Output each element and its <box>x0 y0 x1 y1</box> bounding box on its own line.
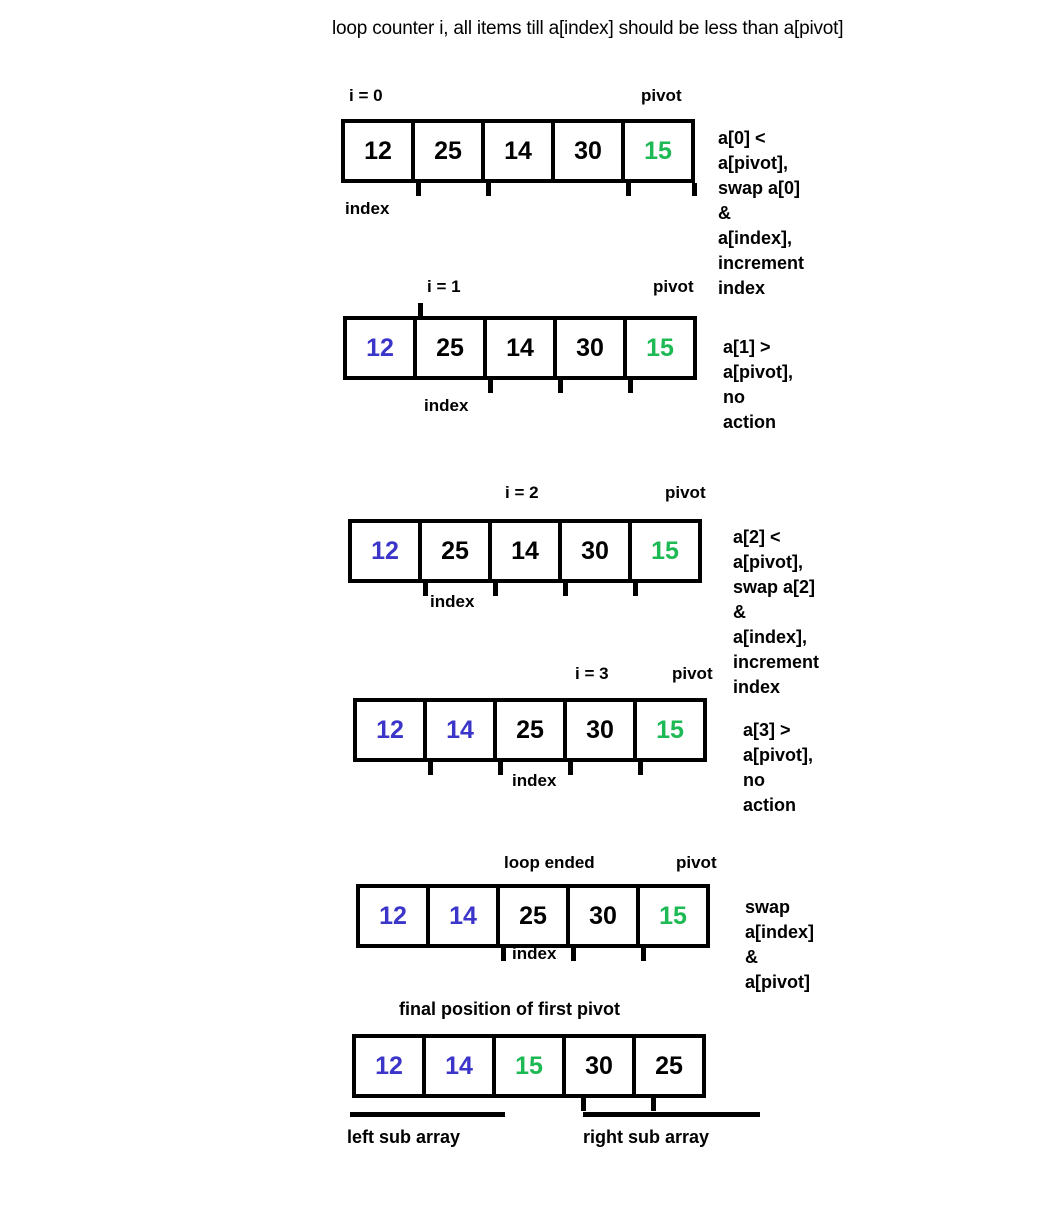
array-cell: 14 <box>492 523 562 579</box>
array-cell: 30 <box>570 888 640 944</box>
page-title: loop counter i, all items till a[index] … <box>332 18 844 39</box>
index-label-1: index <box>424 396 469 415</box>
array-cell: 14 <box>487 320 557 376</box>
array-cell: 25 <box>422 523 492 579</box>
pivot-label-2: pivot <box>665 483 706 502</box>
cell-boundary-tick <box>428 762 433 775</box>
cell-boundary-tick <box>493 583 498 596</box>
pivot-label-3: pivot <box>672 664 713 683</box>
cell-boundary-tick <box>692 183 697 196</box>
array-cell: 12 <box>345 123 415 179</box>
array-cell: 12 <box>360 888 430 944</box>
cell-boundary-tick <box>581 1098 586 1111</box>
cell-boundary-tick <box>501 948 506 961</box>
index-label-2: index <box>430 592 475 611</box>
pivot-label-4: pivot <box>676 853 717 872</box>
right-sub-array-label: right sub array <box>583 1127 710 1147</box>
array-cell: 25 <box>417 320 487 376</box>
cell-boundary-tick <box>628 380 633 393</box>
array-cell: 12 <box>357 702 427 758</box>
cell-boundary-tick <box>563 583 568 596</box>
array-cell: 25 <box>497 702 567 758</box>
cell-boundary-tick <box>423 583 428 596</box>
array-cell: 15 <box>627 320 693 376</box>
array-cell: 15 <box>640 888 706 944</box>
array-cell: 12 <box>352 523 422 579</box>
array-cell: 15 <box>625 123 691 179</box>
step-note-1: a[1] > a[pivot], no action <box>723 337 793 432</box>
array-cell: 14 <box>430 888 500 944</box>
array-0: 12 25 14 30 15 <box>341 119 695 183</box>
index-label-3: index <box>512 771 557 790</box>
array-cell: 12 <box>356 1038 426 1094</box>
array-4: 12 14 25 30 15 <box>356 884 710 948</box>
cell-boundary-tick <box>638 762 643 775</box>
array-cell: 15 <box>496 1038 566 1094</box>
array-1: 12 25 14 30 15 <box>343 316 697 380</box>
loop-counter-label-4: loop ended <box>504 853 595 872</box>
left-sub-array-label: left sub array <box>347 1127 461 1147</box>
array-cell: 25 <box>636 1038 702 1094</box>
cell-boundary-tick <box>633 583 638 596</box>
cell-boundary-tick <box>571 948 576 961</box>
cell-boundary-tick <box>416 183 421 196</box>
cell-boundary-tick <box>651 1098 656 1111</box>
array-cell: 25 <box>500 888 570 944</box>
array-cell: 30 <box>567 702 637 758</box>
loop-counter-label-0: i = 0 <box>349 86 383 105</box>
final-pivot-label: final position of first pivot <box>399 999 620 1019</box>
array-5: 12 14 15 30 25 <box>352 1034 706 1098</box>
pivot-label-1: pivot <box>653 277 694 296</box>
array-3: 12 14 25 30 15 <box>353 698 707 762</box>
step-note-4: swap a[index] & a[pivot] <box>745 897 815 992</box>
array-cell: 30 <box>555 123 625 179</box>
step-note-0: a[0] < a[pivot], swap a[0] & a[index], i… <box>718 128 805 298</box>
right-sub-array-bar <box>583 1112 760 1117</box>
array-cell: 15 <box>632 523 698 579</box>
loop-counter-tick <box>418 303 423 316</box>
cell-boundary-tick <box>641 948 646 961</box>
array-cell: 12 <box>347 320 417 376</box>
cell-boundary-tick <box>488 380 493 393</box>
cell-boundary-tick <box>558 380 563 393</box>
diagram-canvas: loop counter i, all items till a[index] … <box>0 0 1053 1218</box>
loop-counter-label-1: i = 1 <box>427 277 461 296</box>
index-label-4: index <box>512 944 557 963</box>
step-note-3: a[3] > a[pivot], no action <box>743 720 813 815</box>
step-note-2: a[2] < a[pivot], swap a[2] & a[index], i… <box>733 527 820 697</box>
array-cell: 14 <box>427 702 497 758</box>
cell-boundary-tick <box>626 183 631 196</box>
loop-counter-label-3: i = 3 <box>575 664 609 683</box>
array-cell: 25 <box>415 123 485 179</box>
cell-boundary-tick <box>486 183 491 196</box>
index-label-0: index <box>345 199 390 218</box>
array-cell: 30 <box>566 1038 636 1094</box>
cell-boundary-tick <box>498 762 503 775</box>
array-cell: 14 <box>426 1038 496 1094</box>
array-cell: 30 <box>562 523 632 579</box>
array-2: 12 25 14 30 15 <box>348 519 702 583</box>
loop-counter-label-2: i = 2 <box>505 483 539 502</box>
pivot-label-0: pivot <box>641 86 682 105</box>
array-cell: 15 <box>637 702 703 758</box>
cell-boundary-tick <box>568 762 573 775</box>
array-cell: 30 <box>557 320 627 376</box>
array-cell: 14 <box>485 123 555 179</box>
left-sub-array-bar <box>350 1112 505 1117</box>
